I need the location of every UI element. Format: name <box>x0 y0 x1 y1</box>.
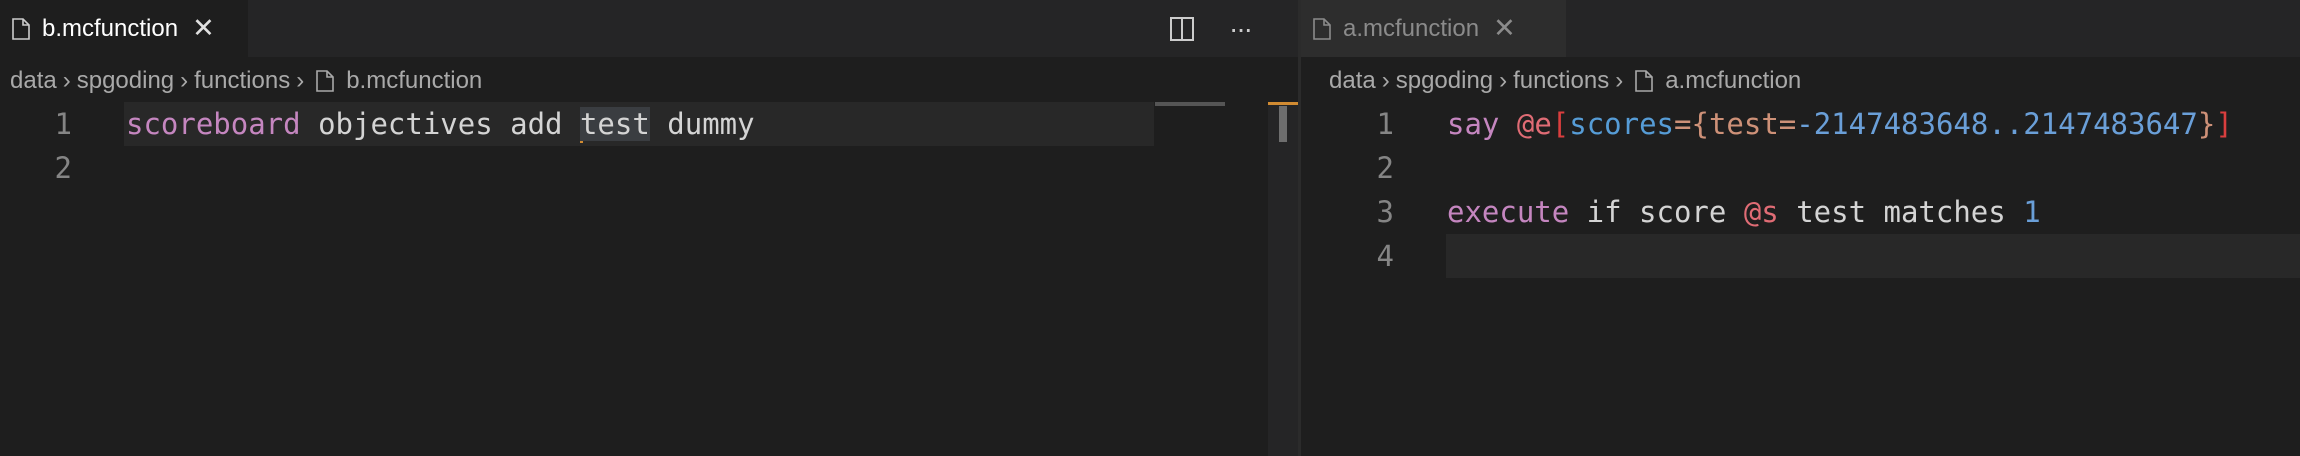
close-icon[interactable]: ✕ <box>1493 15 1516 42</box>
split-editor-icon <box>1170 16 1194 41</box>
editor-group-left: b.mcfunction ✕ ··· data › spgoding › fun… <box>0 0 1298 456</box>
code-line[interactable]: 1 scoreboard objectives add test dummy <box>0 102 1298 146</box>
token-keyword: say <box>1447 107 1500 141</box>
token-operator: = <box>1778 107 1797 141</box>
token-highlighted: test <box>579 107 650 141</box>
breadcrumb-item[interactable]: spgoding <box>1396 67 1493 95</box>
token-objective: test <box>1708 107 1779 141</box>
line-code: scoreboard objectives add test dummy <box>126 102 755 146</box>
token-text: test matches <box>1778 195 2024 229</box>
tab-bar: b.mcfunction ✕ ··· <box>0 0 1298 57</box>
line-code: say @e[scores={test=-2147483648..2147483… <box>1447 102 2233 146</box>
line-number: 2 <box>54 151 72 185</box>
token-operator: = <box>1674 107 1692 141</box>
code-line[interactable]: 1 say @e[scores={test=-2147483648..21474… <box>1301 102 2300 146</box>
chevron-right-icon: › <box>1615 67 1624 94</box>
line-number: 1 <box>1376 107 1394 141</box>
breadcrumb-item[interactable]: data <box>1329 67 1376 95</box>
breadcrumb-item[interactable]: functions <box>194 67 290 95</box>
line-number: 4 <box>1376 239 1394 273</box>
tab-bar: a.mcfunction ✕ <box>1301 0 2300 57</box>
chevron-right-icon: › <box>62 67 71 94</box>
line-number: 2 <box>1376 151 1394 185</box>
tab-b-mcfunction[interactable]: b.mcfunction ✕ <box>0 0 248 57</box>
code-line[interactable]: 2 <box>0 146 1298 190</box>
code-line[interactable]: 4 <box>1301 234 2300 278</box>
breadcrumb-item[interactable]: spgoding <box>77 67 174 95</box>
chevron-right-icon: › <box>1381 67 1390 94</box>
breadcrumb-item[interactable]: data <box>10 67 57 95</box>
tab-label: a.mcfunction <box>1343 14 1480 42</box>
token-keyword: execute <box>1447 195 1570 229</box>
scrollbar-thumb[interactable] <box>1279 106 1287 142</box>
editor-actions: ··· <box>1160 0 1262 57</box>
token-selector: @s <box>1743 195 1779 229</box>
token-number: 1 <box>2023 195 2041 229</box>
breadcrumb: data › spgoding › functions › b.mcfuncti… <box>0 60 1298 102</box>
breadcrumb-item[interactable]: b.mcfunction <box>346 67 482 95</box>
breadcrumb-item[interactable]: functions <box>1513 67 1609 95</box>
code-line[interactable]: 3 execute if score @s test matches 1 <box>1301 190 2300 234</box>
chevron-right-icon: › <box>1499 67 1508 94</box>
line-number: 3 <box>1376 195 1394 229</box>
minimap[interactable] <box>1155 102 1225 106</box>
token-brace: { <box>1691 107 1709 141</box>
vertical-scrollbar[interactable] <box>1268 102 1298 456</box>
token-selector: @e <box>1516 107 1552 141</box>
file-icon <box>1635 70 1654 92</box>
line-number: 1 <box>54 107 72 141</box>
token-key: scores <box>1569 107 1675 141</box>
more-actions-button[interactable]: ··· <box>1218 7 1262 51</box>
code-line[interactable]: 2 <box>1301 146 2300 190</box>
overview-ruler-mark <box>1268 102 1298 105</box>
breadcrumb: data › spgoding › functions › a.mcfuncti… <box>1301 60 2300 102</box>
token-number-range: -2147483648..2147483647 <box>1796 107 2198 141</box>
code-editor[interactable]: 1 say @e[scores={test=-2147483648..21474… <box>1301 102 2300 456</box>
close-icon[interactable]: ✕ <box>192 15 215 42</box>
breadcrumb-item[interactable]: a.mcfunction <box>1665 67 1801 95</box>
chevron-right-icon: › <box>296 67 305 94</box>
line-code: execute if score @s test matches 1 <box>1447 190 2041 234</box>
file-icon <box>12 17 30 40</box>
token-bracket: [ <box>1551 107 1570 141</box>
editor-group-right: a.mcfunction ✕ data › spgoding › functio… <box>1301 0 2300 456</box>
file-icon <box>1313 17 1331 40</box>
tab-a-mcfunction[interactable]: a.mcfunction ✕ <box>1301 0 1566 57</box>
token-text: objectives add <box>300 107 580 141</box>
token-text: dummy <box>649 107 755 141</box>
code-editor[interactable]: 1 scoreboard objectives add test dummy 2 <box>0 102 1298 456</box>
file-icon <box>316 70 335 92</box>
chevron-right-icon: › <box>180 67 189 94</box>
tab-label: b.mcfunction <box>42 14 179 42</box>
token-text: if score <box>1569 195 1744 229</box>
split-editor-button[interactable] <box>1160 7 1204 51</box>
token-keyword: scoreboard <box>126 107 301 141</box>
token-brace: } <box>2197 107 2216 141</box>
token-bracket: ] <box>2215 107 2233 141</box>
